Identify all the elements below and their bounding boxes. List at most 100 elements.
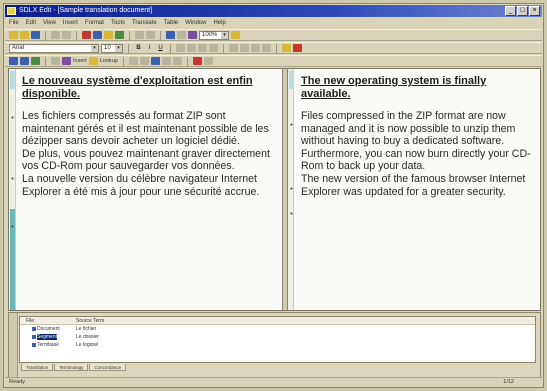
menu-help[interactable]: Help: [213, 18, 225, 28]
table-icon[interactable]: [166, 31, 175, 39]
replace-icon[interactable]: [172, 57, 182, 65]
italic-icon[interactable]: I: [145, 44, 154, 52]
tag-next-icon[interactable]: [139, 57, 149, 65]
minimize-button[interactable]: _: [505, 6, 516, 16]
toolbar-separator: [186, 56, 188, 66]
next-segment-icon[interactable]: [20, 57, 29, 65]
menu-edit[interactable]: Edit: [26, 18, 36, 28]
maximize-button[interactable]: □: [517, 6, 528, 16]
confirm-segment-icon[interactable]: [31, 57, 40, 65]
menu-file[interactable]: File: [9, 18, 19, 28]
close-button[interactable]: ×: [529, 6, 540, 16]
segment-bullet: •: [11, 176, 14, 183]
toolbar-separator: [276, 43, 277, 53]
indent-icon[interactable]: [251, 44, 260, 52]
toolbar-separator: [45, 56, 46, 66]
justify-icon[interactable]: [209, 44, 218, 52]
list-item[interactable]: Termbase Le logiciel: [20, 341, 535, 349]
align-right-icon[interactable]: [198, 44, 207, 52]
list-item[interactable]: Document Le fichier: [20, 325, 535, 333]
list-header: File Source Term: [20, 317, 535, 325]
column-header-term[interactable]: Source Term: [76, 317, 535, 324]
toolbar-separator: [223, 43, 224, 53]
column-header-file[interactable]: File: [20, 317, 76, 324]
save-icon[interactable]: [31, 31, 40, 39]
toolbar-separator: [76, 30, 77, 40]
flag-icon[interactable]: [192, 57, 202, 65]
source-pane[interactable]: • • • Le nouveau système d'exploitation …: [9, 69, 282, 310]
print-icon[interactable]: [51, 31, 60, 39]
drawing-icon[interactable]: [188, 31, 197, 39]
target-text: The new operating system is finally avai…: [301, 75, 537, 198]
highlight-icon[interactable]: [282, 44, 291, 52]
source-paragraph: Les fichiers compressés au format ZIP so…: [22, 110, 269, 148]
bullets-icon[interactable]: [240, 44, 249, 52]
termbase-icon: [32, 343, 36, 347]
tab-concordance[interactable]: Concordance: [89, 364, 127, 371]
menu-bar: File Edit View Insert Format Tools Trans…: [5, 18, 542, 28]
segment-bullet: •: [290, 186, 293, 193]
results-list[interactable]: File Source Term Document Le fichier Seg…: [19, 316, 536, 363]
chevron-down-icon: ▾: [91, 44, 98, 52]
align-left-icon[interactable]: [176, 44, 185, 52]
toolbar-separator: [129, 30, 130, 40]
chevron-down-icon: ▾: [221, 31, 228, 39]
editor-panes: • • • Le nouveau système d'exploitation …: [8, 68, 541, 311]
panel-tabs: Translation Terminology Concordance: [21, 364, 127, 371]
menu-table[interactable]: Table: [164, 18, 178, 28]
redo-icon[interactable]: [146, 31, 155, 39]
bold-icon[interactable]: B: [134, 44, 143, 52]
chevron-down-icon: ▾: [115, 44, 122, 52]
menu-insert[interactable]: Insert: [63, 18, 78, 28]
font-select[interactable]: Arial ▾: [9, 43, 99, 53]
filter-icon[interactable]: [150, 57, 160, 65]
menu-view[interactable]: View: [43, 18, 56, 28]
underline-icon[interactable]: U: [156, 44, 165, 52]
tab-terminology[interactable]: Terminology: [54, 364, 89, 371]
zoom-select[interactable]: 100% ▾: [199, 30, 229, 40]
copy-source-icon[interactable]: [51, 57, 60, 65]
toolbar-separator: [128, 43, 129, 53]
memory-icon[interactable]: [62, 57, 71, 65]
menu-translate[interactable]: Translate: [132, 18, 157, 28]
title-bar[interactable]: SDLX Edit - [Sample translation document…: [5, 5, 542, 17]
copy-icon[interactable]: [93, 31, 102, 39]
formatting-toolbar: Arial ▾ 10 ▾ B I U: [5, 42, 542, 54]
terminology-icon[interactable]: [88, 57, 98, 65]
document-icon: [32, 327, 36, 331]
numbering-icon[interactable]: [229, 44, 238, 52]
print-preview-icon[interactable]: [62, 31, 71, 39]
outdent-icon[interactable]: [262, 44, 271, 52]
cut-icon[interactable]: [82, 31, 91, 39]
toolbar-separator: [45, 30, 46, 40]
target-heading: The new operating system is finally avai…: [301, 75, 487, 100]
target-pane[interactable]: • • • The new operating system is finall…: [288, 69, 540, 310]
standard-toolbar: 100% ▾: [5, 29, 542, 41]
menu-format[interactable]: Format: [85, 18, 104, 28]
lookup-label[interactable]: Lookup: [100, 58, 118, 64]
search-icon[interactable]: [161, 57, 171, 65]
menu-tools[interactable]: Tools: [111, 18, 125, 28]
settings-icon[interactable]: [203, 57, 213, 65]
tag-icon[interactable]: [128, 57, 138, 65]
paste-icon[interactable]: [104, 31, 113, 39]
menu-window[interactable]: Window: [185, 18, 206, 28]
columns-icon[interactable]: [177, 31, 186, 39]
list-item[interactable]: Segment Le dossier: [20, 333, 535, 341]
segment-icon: [32, 335, 36, 339]
target-paragraph: Furthermore, you can now burn directly y…: [301, 147, 531, 173]
help-icon[interactable]: [231, 31, 240, 39]
panel-gripper[interactable]: [9, 313, 18, 379]
font-color-icon[interactable]: [293, 44, 302, 52]
insert-label[interactable]: Insert: [73, 58, 87, 64]
open-folder-icon[interactable]: [20, 31, 29, 39]
tab-translation[interactable]: Translation: [21, 364, 54, 371]
new-file-icon[interactable]: [9, 31, 18, 39]
undo-icon[interactable]: [135, 31, 144, 39]
segment-margin: • • •: [288, 69, 294, 310]
spellcheck-icon[interactable]: [115, 31, 124, 39]
previous-segment-icon[interactable]: [9, 57, 18, 65]
align-center-icon[interactable]: [187, 44, 196, 52]
target-paragraph: Files compressed in the ZIP format are n…: [301, 110, 516, 148]
font-size-select[interactable]: 10 ▾: [101, 43, 123, 53]
